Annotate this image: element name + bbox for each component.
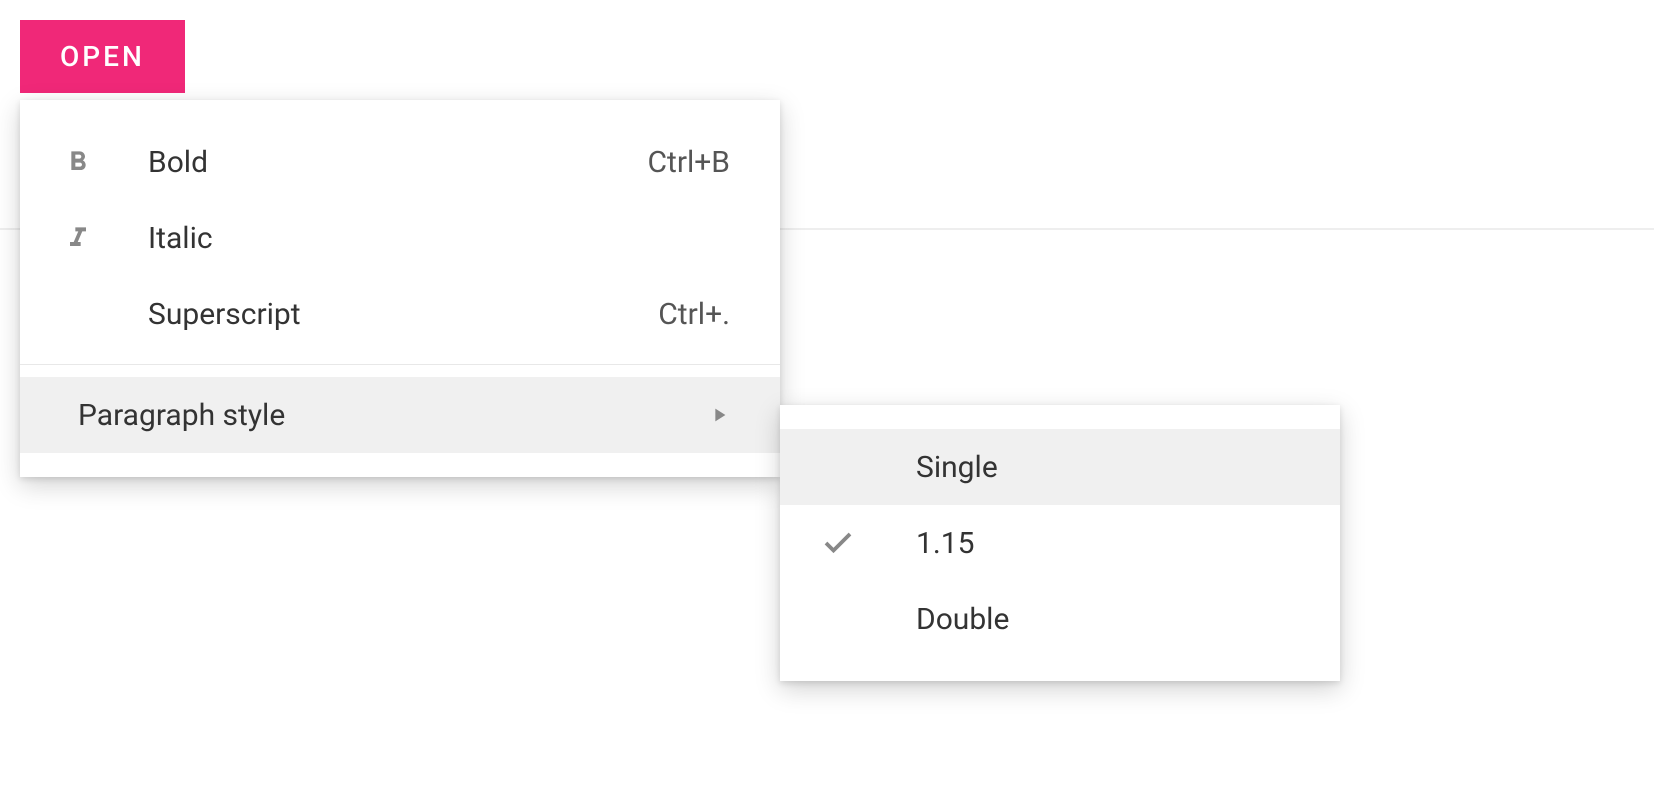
menu-item-shortcut: Ctrl+. xyxy=(658,297,730,332)
submenu-item-label: 1.15 xyxy=(916,526,1290,561)
menu-item-shortcut: Ctrl+B xyxy=(647,145,730,180)
paragraph-style-submenu: Single 1.15 Double xyxy=(780,405,1340,681)
menu-item-label: Bold xyxy=(148,145,647,180)
submenu-item-label: Double xyxy=(916,602,1290,637)
menu-separator xyxy=(20,364,780,365)
bold-icon xyxy=(50,146,106,178)
submenu-item-double[interactable]: Double xyxy=(780,581,1340,657)
chevron-right-icon xyxy=(708,404,730,426)
submenu-item-label: Single xyxy=(916,450,1290,485)
submenu-item-115[interactable]: 1.15 xyxy=(780,505,1340,581)
menu-item-label: Superscript xyxy=(148,297,658,332)
menu-item-paragraph-style[interactable]: Paragraph style xyxy=(20,377,780,453)
menu-item-label: Paragraph style xyxy=(78,398,708,433)
menu-item-bold[interactable]: Bold Ctrl+B xyxy=(20,124,780,200)
menu-item-italic[interactable]: Italic xyxy=(20,200,780,276)
submenu-item-single[interactable]: Single xyxy=(780,429,1340,505)
menu-item-superscript[interactable]: Superscript Ctrl+. xyxy=(20,276,780,352)
format-menu: Bold Ctrl+B Italic Superscript Ctrl+. Pa… xyxy=(20,100,780,477)
check-icon xyxy=(810,525,866,561)
italic-icon xyxy=(50,222,106,254)
open-button[interactable]: OPEN xyxy=(20,20,185,93)
menu-item-label: Italic xyxy=(148,221,730,256)
